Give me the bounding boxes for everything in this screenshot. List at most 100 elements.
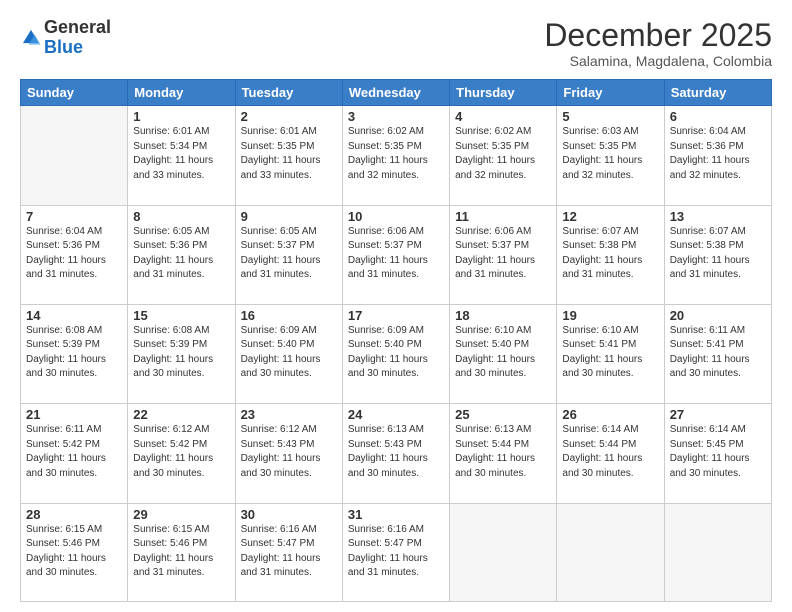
logo-icon xyxy=(20,27,42,49)
header: General Blue December 2025 Salamina, Mag… xyxy=(20,18,772,69)
calendar-week-row: 21 Sunrise: 6:11 AMSunset: 5:42 PMDaylig… xyxy=(21,404,772,503)
day-header: Saturday xyxy=(664,80,771,106)
calendar-week-row: 7 Sunrise: 6:04 AMSunset: 5:36 PMDayligh… xyxy=(21,205,772,304)
cell-info: Sunrise: 6:10 AMSunset: 5:41 PMDaylight:… xyxy=(562,325,642,380)
calendar-cell: 31 Sunrise: 6:16 AMSunset: 5:47 PMDaylig… xyxy=(342,503,449,601)
day-header: Tuesday xyxy=(235,80,342,106)
cell-info: Sunrise: 6:04 AMSunset: 5:36 PMDaylight:… xyxy=(670,126,750,181)
calendar-cell: 19 Sunrise: 6:10 AMSunset: 5:41 PMDaylig… xyxy=(557,304,664,403)
month-title: December 2025 xyxy=(544,18,772,53)
cell-info: Sunrise: 6:07 AMSunset: 5:38 PMDaylight:… xyxy=(670,226,750,281)
title-block: December 2025 Salamina, Magdalena, Colom… xyxy=(544,18,772,69)
day-header: Thursday xyxy=(450,80,557,106)
calendar-cell: 9 Sunrise: 6:05 AMSunset: 5:37 PMDayligh… xyxy=(235,205,342,304)
cell-info: Sunrise: 6:09 AMSunset: 5:40 PMDaylight:… xyxy=(241,325,321,380)
cell-info: Sunrise: 6:06 AMSunset: 5:37 PMDaylight:… xyxy=(455,226,535,281)
cell-info: Sunrise: 6:05 AMSunset: 5:36 PMDaylight:… xyxy=(133,226,213,281)
calendar-cell: 30 Sunrise: 6:16 AMSunset: 5:47 PMDaylig… xyxy=(235,503,342,601)
calendar-cell: 29 Sunrise: 6:15 AMSunset: 5:46 PMDaylig… xyxy=(128,503,235,601)
day-number: 3 xyxy=(348,109,444,124)
calendar-cell: 26 Sunrise: 6:14 AMSunset: 5:44 PMDaylig… xyxy=(557,404,664,503)
calendar-cell: 7 Sunrise: 6:04 AMSunset: 5:36 PMDayligh… xyxy=(21,205,128,304)
day-number: 23 xyxy=(241,407,337,422)
calendar-week-row: 1 Sunrise: 6:01 AMSunset: 5:34 PMDayligh… xyxy=(21,106,772,205)
calendar-cell: 4 Sunrise: 6:02 AMSunset: 5:35 PMDayligh… xyxy=(450,106,557,205)
calendar-cell: 17 Sunrise: 6:09 AMSunset: 5:40 PMDaylig… xyxy=(342,304,449,403)
cell-info: Sunrise: 6:10 AMSunset: 5:40 PMDaylight:… xyxy=(455,325,535,380)
cell-info: Sunrise: 6:16 AMSunset: 5:47 PMDaylight:… xyxy=(348,524,428,579)
day-number: 16 xyxy=(241,308,337,323)
day-number: 27 xyxy=(670,407,766,422)
day-number: 15 xyxy=(133,308,229,323)
day-number: 26 xyxy=(562,407,658,422)
calendar-cell: 25 Sunrise: 6:13 AMSunset: 5:44 PMDaylig… xyxy=(450,404,557,503)
day-number: 7 xyxy=(26,209,122,224)
cell-info: Sunrise: 6:08 AMSunset: 5:39 PMDaylight:… xyxy=(133,325,213,380)
cell-info: Sunrise: 6:09 AMSunset: 5:40 PMDaylight:… xyxy=(348,325,428,380)
day-number: 14 xyxy=(26,308,122,323)
cell-info: Sunrise: 6:15 AMSunset: 5:46 PMDaylight:… xyxy=(26,524,106,579)
day-number: 20 xyxy=(670,308,766,323)
cell-info: Sunrise: 6:05 AMSunset: 5:37 PMDaylight:… xyxy=(241,226,321,281)
calendar-cell: 5 Sunrise: 6:03 AMSunset: 5:35 PMDayligh… xyxy=(557,106,664,205)
calendar-cell: 21 Sunrise: 6:11 AMSunset: 5:42 PMDaylig… xyxy=(21,404,128,503)
cell-info: Sunrise: 6:15 AMSunset: 5:46 PMDaylight:… xyxy=(133,524,213,579)
logo-blue: Blue xyxy=(44,38,111,58)
day-number: 30 xyxy=(241,507,337,522)
cell-info: Sunrise: 6:12 AMSunset: 5:42 PMDaylight:… xyxy=(133,424,213,479)
calendar-cell xyxy=(21,106,128,205)
cell-info: Sunrise: 6:02 AMSunset: 5:35 PMDaylight:… xyxy=(455,126,535,181)
day-number: 10 xyxy=(348,209,444,224)
cell-info: Sunrise: 6:03 AMSunset: 5:35 PMDaylight:… xyxy=(562,126,642,181)
location: Salamina, Magdalena, Colombia xyxy=(544,53,772,69)
day-header: Monday xyxy=(128,80,235,106)
calendar-cell xyxy=(664,503,771,601)
day-number: 2 xyxy=(241,109,337,124)
calendar-cell: 14 Sunrise: 6:08 AMSunset: 5:39 PMDaylig… xyxy=(21,304,128,403)
calendar-cell: 20 Sunrise: 6:11 AMSunset: 5:41 PMDaylig… xyxy=(664,304,771,403)
day-number: 24 xyxy=(348,407,444,422)
day-number: 13 xyxy=(670,209,766,224)
cell-info: Sunrise: 6:06 AMSunset: 5:37 PMDaylight:… xyxy=(348,226,428,281)
calendar-cell: 24 Sunrise: 6:13 AMSunset: 5:43 PMDaylig… xyxy=(342,404,449,503)
calendar-cell: 22 Sunrise: 6:12 AMSunset: 5:42 PMDaylig… xyxy=(128,404,235,503)
calendar-cell: 11 Sunrise: 6:06 AMSunset: 5:37 PMDaylig… xyxy=(450,205,557,304)
cell-info: Sunrise: 6:01 AMSunset: 5:35 PMDaylight:… xyxy=(241,126,321,181)
cell-info: Sunrise: 6:01 AMSunset: 5:34 PMDaylight:… xyxy=(133,126,213,181)
calendar-cell: 23 Sunrise: 6:12 AMSunset: 5:43 PMDaylig… xyxy=(235,404,342,503)
cell-info: Sunrise: 6:16 AMSunset: 5:47 PMDaylight:… xyxy=(241,524,321,579)
day-number: 17 xyxy=(348,308,444,323)
cell-info: Sunrise: 6:14 AMSunset: 5:44 PMDaylight:… xyxy=(562,424,642,479)
day-number: 29 xyxy=(133,507,229,522)
cell-info: Sunrise: 6:11 AMSunset: 5:41 PMDaylight:… xyxy=(670,325,750,380)
cell-info: Sunrise: 6:08 AMSunset: 5:39 PMDaylight:… xyxy=(26,325,106,380)
calendar-table: SundayMondayTuesdayWednesdayThursdayFrid… xyxy=(20,79,772,602)
cell-info: Sunrise: 6:07 AMSunset: 5:38 PMDaylight:… xyxy=(562,226,642,281)
day-number: 22 xyxy=(133,407,229,422)
cell-info: Sunrise: 6:14 AMSunset: 5:45 PMDaylight:… xyxy=(670,424,750,479)
calendar-week-row: 14 Sunrise: 6:08 AMSunset: 5:39 PMDaylig… xyxy=(21,304,772,403)
calendar-cell: 27 Sunrise: 6:14 AMSunset: 5:45 PMDaylig… xyxy=(664,404,771,503)
calendar-cell: 18 Sunrise: 6:10 AMSunset: 5:40 PMDaylig… xyxy=(450,304,557,403)
calendar-cell: 15 Sunrise: 6:08 AMSunset: 5:39 PMDaylig… xyxy=(128,304,235,403)
day-number: 21 xyxy=(26,407,122,422)
day-number: 5 xyxy=(562,109,658,124)
day-header: Wednesday xyxy=(342,80,449,106)
cell-info: Sunrise: 6:02 AMSunset: 5:35 PMDaylight:… xyxy=(348,126,428,181)
day-number: 18 xyxy=(455,308,551,323)
calendar-cell: 3 Sunrise: 6:02 AMSunset: 5:35 PMDayligh… xyxy=(342,106,449,205)
calendar-header-row: SundayMondayTuesdayWednesdayThursdayFrid… xyxy=(21,80,772,106)
cell-info: Sunrise: 6:11 AMSunset: 5:42 PMDaylight:… xyxy=(26,424,106,479)
day-number: 19 xyxy=(562,308,658,323)
day-number: 1 xyxy=(133,109,229,124)
day-number: 11 xyxy=(455,209,551,224)
calendar-cell: 8 Sunrise: 6:05 AMSunset: 5:36 PMDayligh… xyxy=(128,205,235,304)
day-header: Friday xyxy=(557,80,664,106)
calendar-week-row: 28 Sunrise: 6:15 AMSunset: 5:46 PMDaylig… xyxy=(21,503,772,601)
day-number: 31 xyxy=(348,507,444,522)
day-number: 28 xyxy=(26,507,122,522)
calendar-cell: 10 Sunrise: 6:06 AMSunset: 5:37 PMDaylig… xyxy=(342,205,449,304)
logo-text: General Blue xyxy=(44,18,111,58)
cell-info: Sunrise: 6:13 AMSunset: 5:43 PMDaylight:… xyxy=(348,424,428,479)
cell-info: Sunrise: 6:13 AMSunset: 5:44 PMDaylight:… xyxy=(455,424,535,479)
